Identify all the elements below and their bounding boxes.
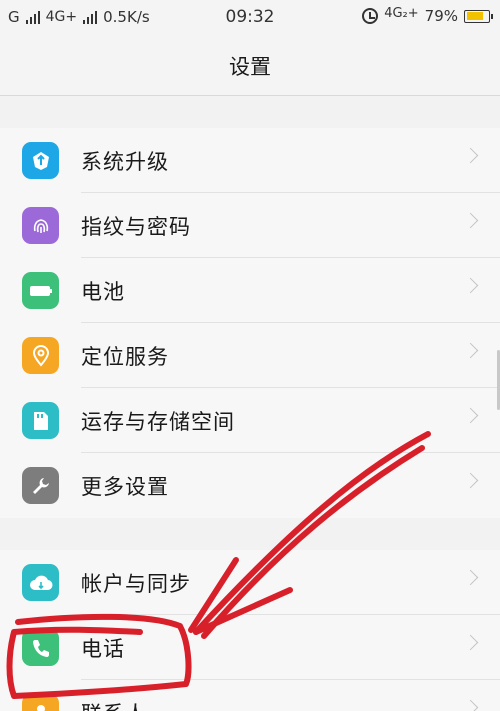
contacts-icon bbox=[22, 694, 59, 711]
network-type: 4G₂+ bbox=[384, 5, 419, 21]
status-bar: G 4G+ 0.5K/s 09:32 4G₂+ 79% bbox=[0, 0, 500, 34]
chevron-right-icon bbox=[462, 212, 479, 229]
settings-item-label: 帐户与同步 bbox=[81, 572, 191, 596]
settings-item-storage[interactable]: 运存与存储空间 bbox=[0, 388, 500, 453]
settings-item-battery[interactable]: 电池 bbox=[0, 258, 500, 323]
settings-group-1: 系统升级 指纹与密码 电池 定位服务 运存与存储空间 更多设置 bbox=[0, 128, 500, 518]
location-icon bbox=[22, 337, 59, 374]
settings-item-contacts[interactable]: 联系人 bbox=[0, 680, 500, 711]
chevron-right-icon bbox=[462, 569, 479, 586]
settings-item-label: 系统升级 bbox=[81, 150, 169, 174]
settings-item-label: 更多设置 bbox=[81, 475, 169, 499]
chevron-right-icon bbox=[462, 147, 479, 164]
page-title: 设置 bbox=[229, 55, 271, 79]
system-upgrade-icon bbox=[22, 142, 59, 179]
settings-item-label: 运存与存储空间 bbox=[81, 410, 235, 434]
settings-item-label: 指纹与密码 bbox=[81, 215, 191, 239]
settings-item-system-upgrade[interactable]: 系统升级 bbox=[0, 128, 500, 193]
status-right: 4G₂+ 79% bbox=[362, 5, 493, 25]
settings-item-account-sync[interactable]: 帐户与同步 bbox=[0, 550, 500, 615]
settings-item-label: 定位服务 bbox=[81, 345, 169, 369]
phone-icon bbox=[22, 629, 59, 666]
settings-item-phone[interactable]: 电话 bbox=[0, 615, 500, 680]
settings-item-label: 电池 bbox=[81, 280, 125, 304]
nav-bar: 设置 bbox=[0, 34, 500, 96]
settings-item-more[interactable]: 更多设置 bbox=[0, 453, 500, 518]
fingerprint-icon bbox=[22, 207, 59, 244]
chevron-right-icon bbox=[462, 699, 479, 711]
battery-percent: 79% bbox=[424, 7, 458, 25]
chevron-right-icon bbox=[462, 277, 479, 294]
chevron-right-icon bbox=[462, 407, 479, 424]
chevron-right-icon bbox=[462, 472, 479, 489]
battery-icon bbox=[22, 272, 59, 309]
chevron-right-icon bbox=[462, 342, 479, 359]
settings-item-location[interactable]: 定位服务 bbox=[0, 323, 500, 388]
battery-indicator-icon bbox=[464, 9, 493, 23]
settings-item-fingerprint[interactable]: 指纹与密码 bbox=[0, 193, 500, 258]
wrench-icon bbox=[22, 467, 59, 504]
settings-item-label: 联系人 bbox=[81, 698, 147, 711]
settings-item-label: 电话 bbox=[81, 637, 125, 661]
cloud-sync-icon bbox=[22, 564, 59, 601]
storage-icon bbox=[22, 402, 59, 439]
alarm-icon bbox=[362, 8, 379, 24]
chevron-right-icon bbox=[462, 634, 479, 651]
settings-group-2: 帐户与同步 电话 联系人 bbox=[0, 550, 500, 711]
